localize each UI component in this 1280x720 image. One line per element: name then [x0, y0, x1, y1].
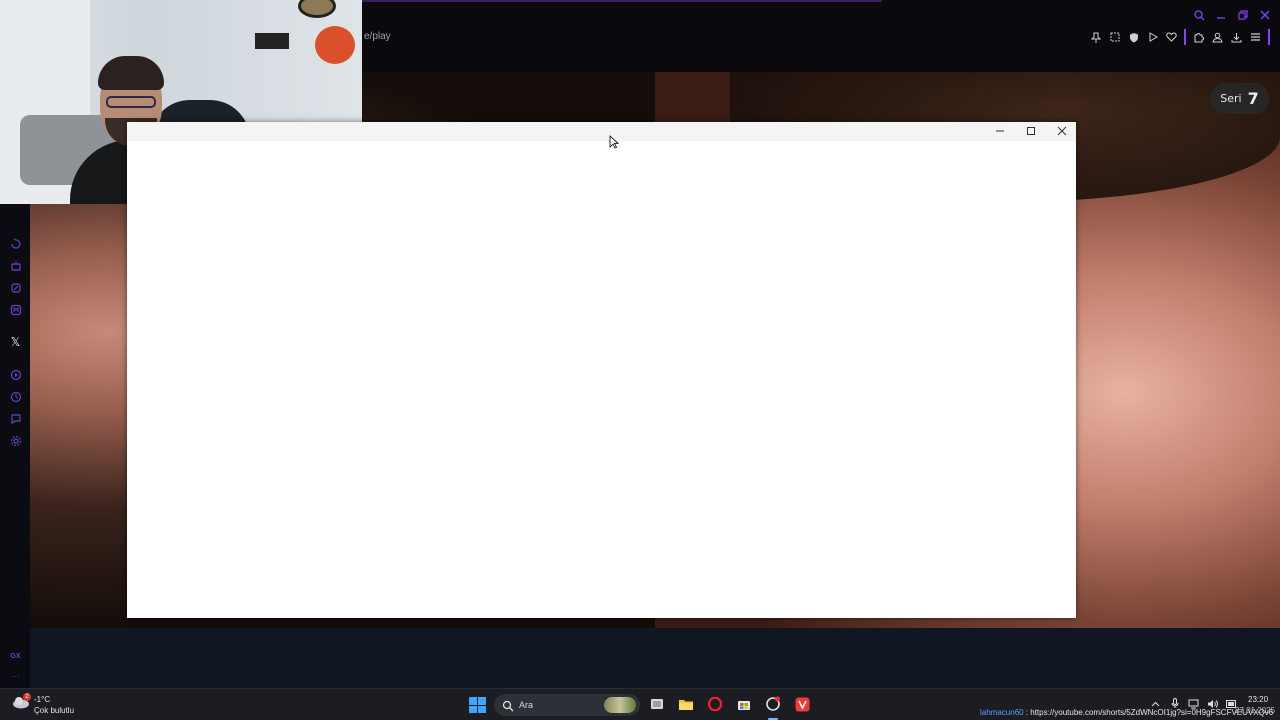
shield-icon[interactable] [1127, 29, 1140, 45]
settings-icon[interactable] [9, 434, 22, 447]
sparkle-icon[interactable] [9, 281, 22, 294]
clock-icon[interactable] [9, 390, 22, 403]
weather-temp[interactable]: -1°C [34, 695, 50, 704]
toolbar-separator [1268, 29, 1270, 45]
download-icon[interactable] [1230, 29, 1243, 45]
task-view-icon[interactable] [649, 696, 665, 712]
snapshot-icon[interactable] [1108, 29, 1121, 45]
file-explorer-icon[interactable] [678, 696, 694, 712]
extensions-icon[interactable] [1192, 29, 1205, 45]
streak-label: Seri [1220, 92, 1242, 105]
system-tray [1150, 698, 1237, 709]
webcam-person-hair [98, 56, 164, 90]
address-bar-url[interactable]: e/play [364, 31, 391, 42]
vivaldi-icon[interactable] [794, 696, 810, 712]
close-icon[interactable] [1258, 7, 1272, 23]
mouse-cursor-icon [609, 135, 620, 149]
weather-badge: 2 [23, 693, 31, 701]
minimize-icon[interactable] [1214, 7, 1228, 23]
search-placeholder: Ara [519, 700, 534, 710]
x-icon[interactable]: 𝕏 [9, 335, 22, 349]
windows-taskbar: 2 -1°C Çok bulutlu Ara lahmacun60: http… [0, 688, 1280, 720]
browser-sidebar: 𝕏 GX ··· [0, 204, 30, 688]
menu-icon[interactable] [1249, 29, 1262, 45]
opera-gx-icon[interactable] [765, 696, 781, 712]
gx-icon[interactable]: GX [9, 650, 22, 663]
pin-icon[interactable] [1089, 29, 1102, 45]
heart-icon[interactable] [1165, 29, 1178, 45]
search-icon[interactable] [1192, 7, 1206, 23]
clock-date[interactable]: 27.01.2025 [1235, 706, 1275, 715]
toolbar-separator [1184, 29, 1186, 45]
webcam-wall-clock [298, 0, 336, 18]
webcam-wall-sign [255, 33, 289, 49]
chevron-up-icon[interactable] [1150, 698, 1161, 709]
popup-title-bar[interactable] [127, 122, 1076, 141]
webcam-person-glasses [106, 96, 156, 108]
page-bottom-band [30, 628, 1280, 688]
microphone-icon[interactable] [1169, 698, 1180, 709]
webcam-orange-decor [315, 26, 355, 64]
chat-link-overlay[interactable]: lahmacun60 : https://youtube.com/shorts/… [980, 708, 1273, 717]
desktop-screen: Seri 7 e/play 𝕏 GX ··· 2 -1°C Çok bulutl… [0, 0, 1280, 720]
search-highlight-image [604, 697, 636, 713]
chat-username: lahmacun60 [980, 708, 1024, 717]
taskbar-search-box[interactable]: Ara [494, 694, 640, 716]
window-controls [1192, 7, 1272, 23]
search-icon [502, 699, 514, 712]
store-icon[interactable] [736, 696, 752, 712]
minimize-icon[interactable] [992, 124, 1008, 138]
player-icon[interactable] [9, 368, 22, 381]
history-icon[interactable] [9, 237, 22, 250]
popup-window-controls [992, 124, 1070, 138]
close-icon[interactable] [1054, 124, 1070, 138]
weather-desc[interactable]: Çok bulutlu [34, 706, 74, 715]
clock-time[interactable]: 23:20 [1248, 695, 1268, 704]
streak-value: 7 [1247, 89, 1259, 108]
chat-icon[interactable] [9, 412, 22, 425]
network-icon[interactable] [1188, 698, 1199, 709]
streak-badge: Seri 7 [1210, 83, 1269, 114]
blank-popup-window[interactable] [127, 122, 1076, 618]
volume-icon[interactable] [1207, 698, 1218, 709]
opera-icon[interactable] [707, 696, 723, 712]
play-icon[interactable] [1146, 29, 1159, 45]
browser-toolbar-icons [1089, 29, 1270, 45]
maximize-icon[interactable] [1023, 124, 1039, 138]
start-icon[interactable] [469, 697, 486, 713]
robot-icon[interactable] [9, 259, 22, 272]
restore-icon[interactable] [1236, 7, 1250, 23]
m-app-icon[interactable] [9, 303, 22, 316]
account-icon[interactable] [1211, 29, 1224, 45]
more-icon[interactable]: ··· [9, 670, 22, 683]
tab-accent-line [362, 0, 882, 2]
